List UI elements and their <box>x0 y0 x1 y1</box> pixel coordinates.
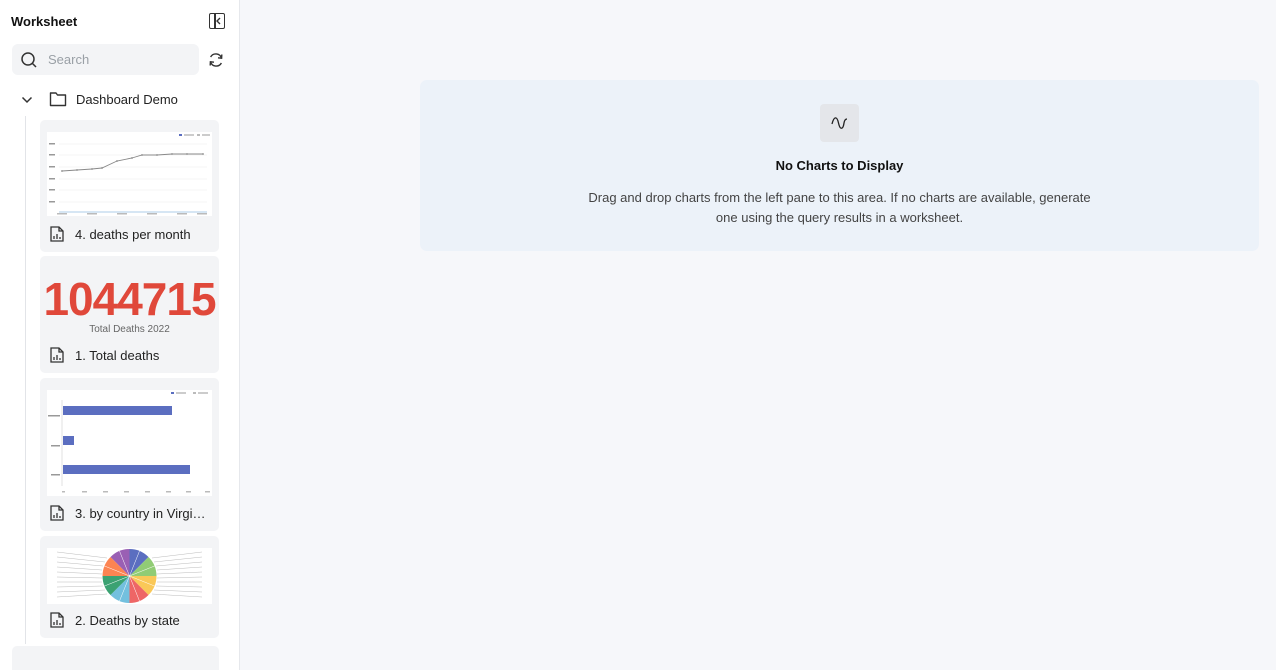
chart-card[interactable]: 1044715 Total Deaths 2022 1. Total death… <box>40 256 219 373</box>
chart-doc-icon <box>50 226 64 242</box>
chart-wave-icon <box>820 104 859 142</box>
card-label: 3. by country in Virginia <box>75 506 207 521</box>
folder-dashboard-demo[interactable]: Dashboard Demo <box>20 90 220 110</box>
empty-state-panel[interactable]: No Charts to Display Drag and drop chart… <box>420 80 1259 251</box>
card-footer: 1. Total deaths <box>50 347 215 363</box>
search-icon <box>21 52 37 68</box>
line-chart-thumbnail <box>47 132 212 216</box>
card-footer: 2. Deaths by state <box>50 612 215 628</box>
tree-line <box>25 116 26 644</box>
card-label: 4. deaths per month <box>75 227 191 242</box>
sidebar-header: Worksheet <box>11 13 227 32</box>
bar-chart-thumbnail <box>47 390 212 496</box>
folder-label: Dashboard Demo <box>76 92 178 107</box>
collapse-sidebar-icon[interactable] <box>209 13 225 29</box>
empty-state-title: No Charts to Display <box>775 158 904 173</box>
chevron-down-icon[interactable] <box>20 93 34 107</box>
refresh-icon[interactable] <box>208 52 224 68</box>
search-box[interactable] <box>12 44 199 75</box>
card-label: 1. Total deaths <box>75 348 160 363</box>
chart-doc-icon <box>50 505 64 521</box>
chart-doc-icon <box>50 347 64 363</box>
card-label: 2. Deaths by state <box>75 613 180 628</box>
big-number-subtitle: Total Deaths 2022 <box>89 324 170 335</box>
pie-chart-thumbnail <box>47 548 212 604</box>
empty-state-description: Drag and drop charts from the left pane … <box>588 190 1091 225</box>
chart-doc-icon <box>50 612 64 628</box>
card-footer: 3. by country in Virginia <box>50 505 215 521</box>
chart-card[interactable]: 2. Deaths by state <box>40 536 219 638</box>
folder-icon <box>49 92 67 107</box>
chart-card[interactable]: 3. by country in Virginia <box>40 378 219 531</box>
chart-card-partial[interactable] <box>12 646 219 670</box>
card-footer: 4. deaths per month <box>50 226 215 242</box>
chart-card[interactable]: 4. deaths per month <box>40 120 219 252</box>
sidebar-title: Worksheet <box>11 14 78 29</box>
sidebar: Worksheet Dashboard Demo <box>0 0 240 670</box>
big-number: 1044715 <box>43 273 216 325</box>
search-input[interactable] <box>48 44 188 75</box>
